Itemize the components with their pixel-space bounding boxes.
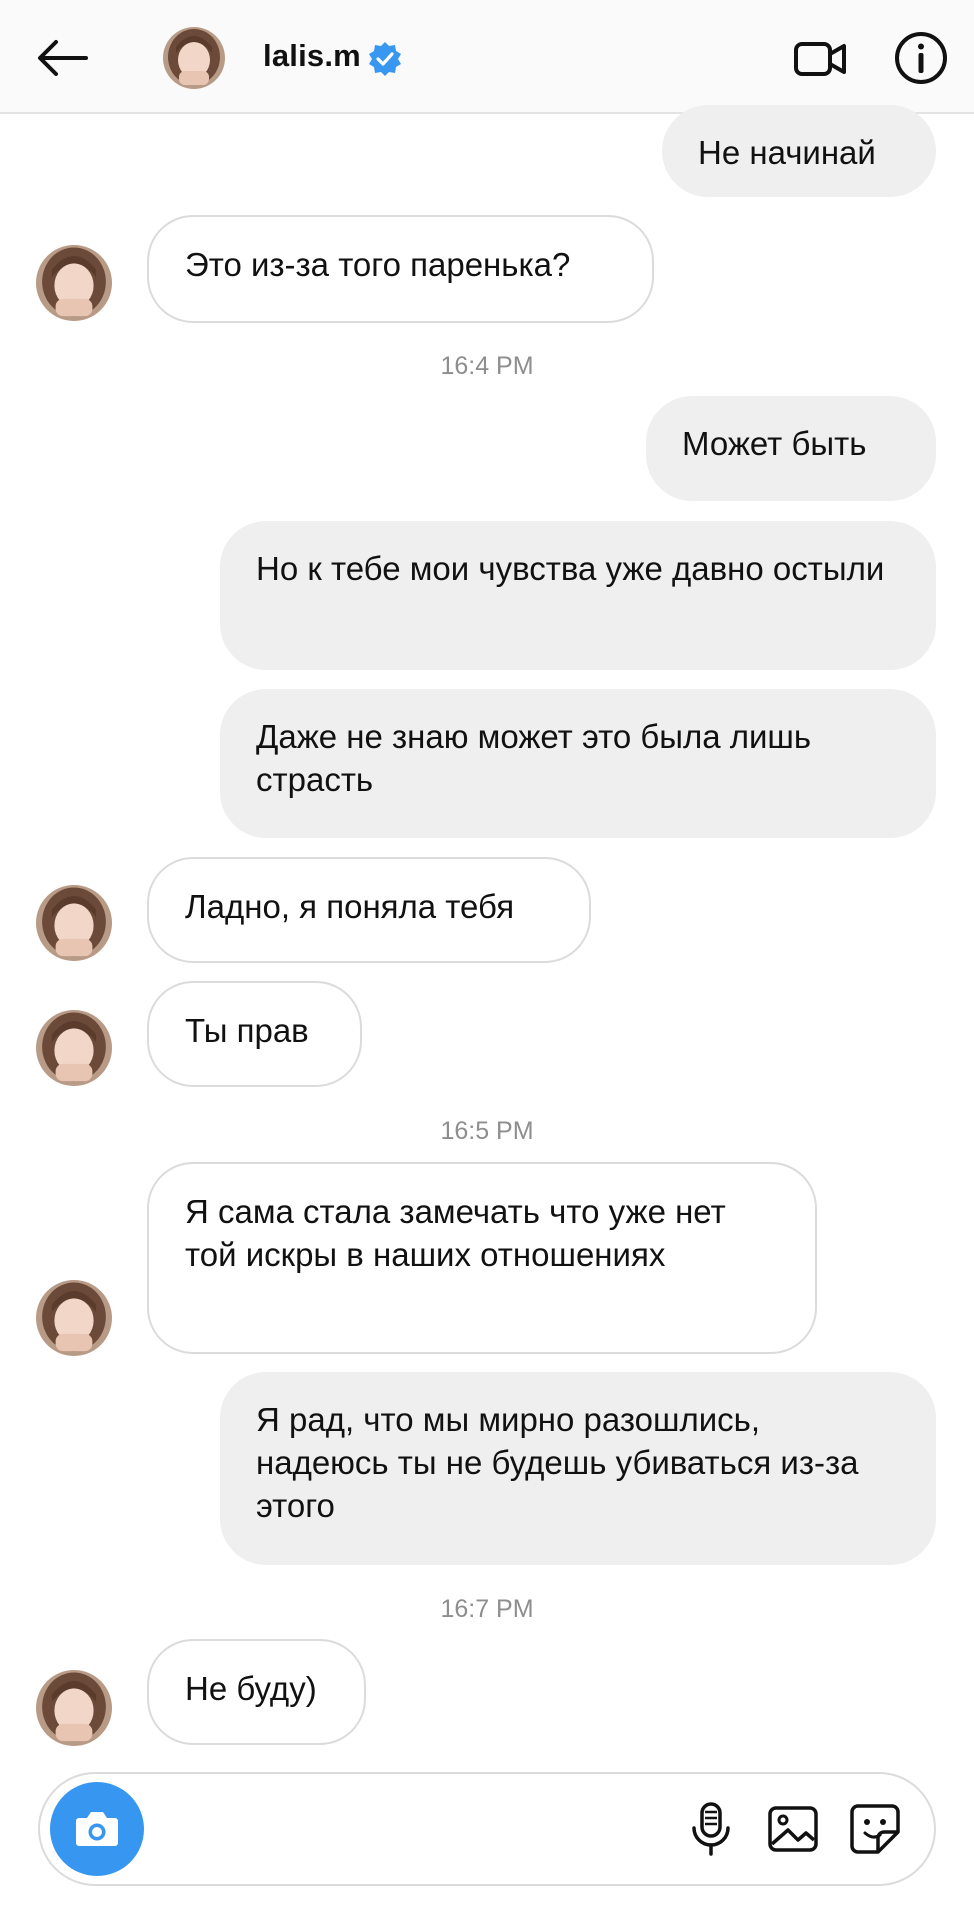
message-bubble-outgoing[interactable]: Но к тебе мои чувства уже давно остыли xyxy=(220,521,936,670)
sticker-button[interactable] xyxy=(844,1798,906,1860)
chat-header: lalis.m xyxy=(0,0,974,114)
back-arrow-icon xyxy=(38,40,88,76)
info-button[interactable] xyxy=(893,30,949,86)
message-text: Я сама стала замечать что уже нет той ис… xyxy=(185,1193,726,1273)
sender-avatar[interactable] xyxy=(36,885,112,961)
sender-avatar[interactable] xyxy=(36,1280,112,1356)
message-bubble-incoming[interactable]: Это из-за того паренька? xyxy=(147,215,654,323)
info-icon xyxy=(895,32,947,84)
gallery-button[interactable] xyxy=(762,1798,824,1860)
message-composer[interactable] xyxy=(38,1772,936,1886)
message-bubble-outgoing[interactable]: Не начинай xyxy=(662,105,936,197)
message-text: Не буду) xyxy=(185,1670,317,1707)
message-bubble-incoming[interactable]: Я сама стала замечать что уже нет той ис… xyxy=(147,1162,817,1354)
video-camera-icon xyxy=(794,42,846,76)
message-text: Может быть xyxy=(682,425,867,462)
message-text: Это из-за того паренька? xyxy=(185,246,571,283)
voice-message-button[interactable] xyxy=(680,1798,742,1860)
message-text: Я рад, что мы мирно разошлись, надеюсь т… xyxy=(256,1401,859,1524)
header-avatar[interactable] xyxy=(163,27,225,89)
message-bubble-outgoing[interactable]: Я рад, что мы мирно разошлись, надеюсь т… xyxy=(220,1372,936,1565)
message-bubble-incoming[interactable]: Ты прав xyxy=(147,981,362,1087)
sender-avatar[interactable] xyxy=(36,1010,112,1086)
message-text: Ты прав xyxy=(185,1012,309,1049)
message-bubble-incoming[interactable]: Не буду) xyxy=(147,1639,366,1745)
verified-badge-icon xyxy=(366,40,404,78)
message-text: Не начинай xyxy=(698,134,876,171)
message-bubble-outgoing[interactable]: Даже не знаю может это была лишь страсть xyxy=(220,689,936,838)
video-call-button[interactable] xyxy=(792,30,850,88)
chat-username[interactable]: lalis.m xyxy=(263,38,361,74)
sender-avatar[interactable] xyxy=(36,245,112,321)
microphone-icon xyxy=(692,1802,730,1856)
sender-avatar[interactable] xyxy=(36,1670,112,1746)
timestamp: 16:5 PM xyxy=(440,1117,534,1145)
message-text: Даже не знаю может это была лишь страсть xyxy=(256,718,812,798)
message-text: Ладно, я поняла тебя xyxy=(185,888,515,925)
message-bubble-incoming[interactable]: Ладно, я поняла тебя xyxy=(147,857,591,963)
message-bubble-outgoing[interactable]: Может быть xyxy=(646,396,936,501)
message-text: Но к тебе мои чувства уже давно остыли xyxy=(256,550,885,587)
sticker-icon xyxy=(850,1804,900,1854)
back-button[interactable] xyxy=(34,28,94,88)
gallery-icon xyxy=(768,1806,818,1852)
timestamp: 16:7 PM xyxy=(440,1595,534,1623)
camera-button[interactable] xyxy=(50,1782,144,1876)
timestamp: 16:4 PM xyxy=(440,352,534,380)
camera-icon xyxy=(76,1812,118,1846)
